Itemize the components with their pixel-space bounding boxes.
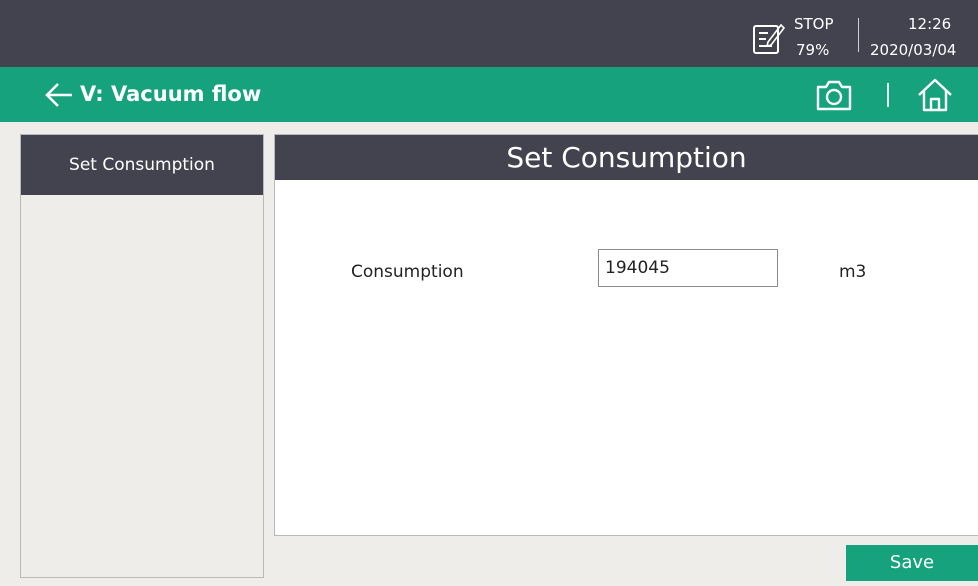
save-button[interactable]: Save [846, 545, 978, 581]
clock-time: 12:26 [908, 15, 952, 33]
arrow-left-icon[interactable] [44, 81, 74, 109]
content-panel: Set Consumption Consumption m3 [274, 134, 978, 536]
machine-state: STOP [794, 15, 834, 33]
camera-icon[interactable] [814, 78, 854, 112]
sidebar-item-set-consumption[interactable]: Set Consumption [21, 135, 263, 195]
status-divider [858, 18, 859, 52]
page-title: V: Vacuum flow [80, 82, 262, 106]
status-bar: STOP 79% 12:26 2020/03/04 [0, 0, 978, 67]
note-edit-icon [753, 23, 786, 54]
home-icon[interactable] [916, 77, 954, 113]
clock-date: 2020/03/04 [870, 41, 957, 59]
consumption-unit: m3 [839, 262, 867, 282]
sidebar: Set Consumption [20, 134, 264, 578]
panel-title: Set Consumption [275, 135, 978, 180]
title-bar: V: Vacuum flow [0, 67, 978, 122]
machine-percent: 79% [796, 41, 830, 59]
header-divider [887, 83, 889, 107]
consumption-label: Consumption [351, 262, 464, 282]
consumption-input[interactable] [598, 249, 778, 287]
